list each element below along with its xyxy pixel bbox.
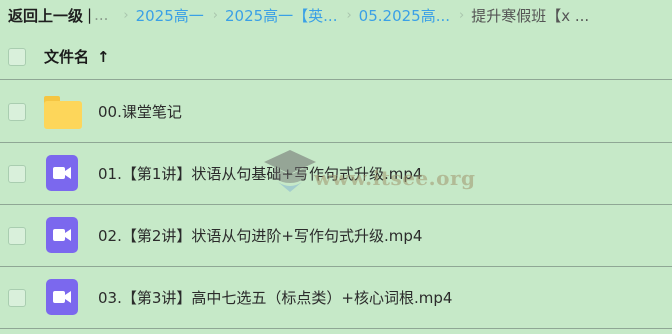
chevron-right-icon: ›: [346, 7, 352, 23]
list-item[interactable]: 03.【第3讲】高中七选五（标点类）+核心词根.mp4: [0, 267, 672, 329]
row-checkbox[interactable]: [8, 226, 26, 245]
breadcrumb-item[interactable]: 05.2025高...: [359, 5, 450, 26]
column-title: 文件名: [44, 48, 90, 66]
chevron-right-icon: ›: [459, 7, 465, 23]
list-item[interactable]: 02.【第2讲】状语从句进阶+写作句式升级.mp4: [0, 205, 672, 267]
video-file-icon: [44, 278, 82, 317]
file-name[interactable]: 00.课堂笔记: [98, 101, 182, 122]
chevron-right-icon: ›: [212, 7, 218, 23]
list-item[interactable]: 00.课堂笔记: [0, 81, 672, 143]
breadcrumb-item[interactable]: 2025高一【英...: [225, 5, 337, 26]
folder-icon: [44, 93, 82, 131]
chevron-right-icon: ›: [123, 7, 129, 23]
breadcrumb-item[interactable]: 2025高一: [136, 5, 204, 26]
video-file-icon: [44, 216, 82, 255]
breadcrumb: 返回上一级 | ... › 2025高一 › 2025高一【英... › 05.…: [0, 0, 672, 30]
row-checkbox[interactable]: [8, 102, 26, 121]
breadcrumb-separator: |: [87, 6, 93, 24]
sort-ascending-icon[interactable]: ↑: [97, 48, 110, 66]
select-all-checkbox[interactable]: [8, 47, 26, 66]
file-list-header: 文件名 ↑: [0, 34, 672, 80]
breadcrumb-current: 提升寒假班【x ...: [471, 6, 590, 25]
row-checkbox[interactable]: [8, 288, 26, 307]
file-name[interactable]: 03.【第3讲】高中七选五（标点类）+核心词根.mp4: [98, 287, 452, 308]
video-file-icon: [44, 154, 82, 193]
row-checkbox[interactable]: [8, 164, 26, 183]
breadcrumb-ellipsis[interactable]: ...: [94, 6, 108, 24]
back-link[interactable]: 返回上一级: [8, 5, 83, 26]
file-name[interactable]: 01.【第1讲】状语从句基础+写作句式升级.mp4: [98, 163, 422, 184]
filename-column-header[interactable]: 文件名 ↑: [44, 46, 110, 67]
file-name[interactable]: 02.【第2讲】状语从句进阶+写作句式升级.mp4: [98, 225, 422, 246]
list-item[interactable]: 01.【第1讲】状语从句基础+写作句式升级.mp4: [0, 143, 672, 205]
